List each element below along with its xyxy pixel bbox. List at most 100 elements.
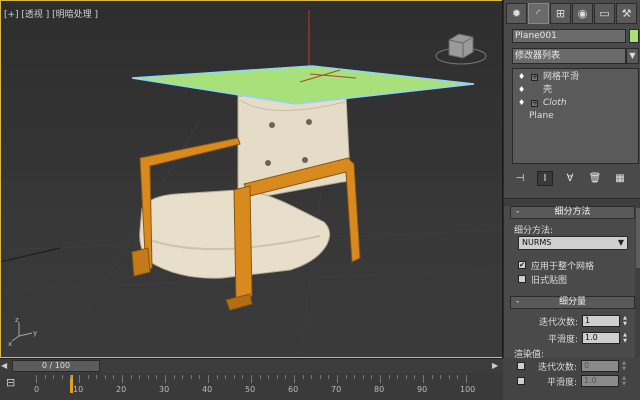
ruler-tick	[294, 375, 295, 383]
viewport-label[interactable]: [+] [透视 ] [明暗处理 ]	[4, 7, 98, 20]
ruler-tick	[345, 375, 347, 379]
display-icon: ▭	[599, 7, 610, 20]
display-tab[interactable]: ▭	[594, 3, 615, 24]
ruler-tick	[165, 375, 166, 383]
ruler-tick-label: 80	[374, 385, 385, 394]
render-iterations-label: 迭代次数:	[538, 363, 578, 373]
hierarchy-tab[interactable]: ⊞	[550, 3, 571, 24]
apply-whole-mesh-checkbox[interactable]: ✔	[518, 261, 526, 269]
axis-tripod: z y x	[8, 316, 37, 348]
rollout-subdivision-amount[interactable]: - 细分量	[510, 296, 635, 309]
make-unique-icon[interactable]: ∀	[562, 171, 578, 186]
ruler-tick-label: 50	[245, 385, 256, 394]
ruler-tick	[122, 375, 123, 383]
lightbulb-icon[interactable]: ♦	[518, 99, 525, 107]
iterations-spinner[interactable]: 1	[582, 315, 620, 327]
timeline-ruler[interactable]: 0 10 20 30 40 50 60 70 80 90 100	[34, 375, 475, 400]
ruler-tick	[302, 375, 304, 379]
command-panel-tabs: ✹ ◜ ⊞ ◉ ▭ ⚒	[506, 3, 639, 25]
panel-divider	[504, 198, 640, 206]
ruler-tick	[79, 375, 80, 383]
configure-sets-icon[interactable]: ▦	[612, 171, 628, 186]
utilities-icon: ⚒	[621, 7, 632, 20]
render-smoothness-label: 平滑度:	[547, 378, 578, 388]
ruler-tick	[311, 375, 313, 379]
stack-item-label: 网格平滑	[543, 72, 580, 82]
ruler-tick	[44, 375, 46, 379]
stack-item-plane[interactable]: Plane	[513, 110, 638, 123]
smoothness-spinner[interactable]: 1.0	[582, 332, 620, 344]
ruler-tick-label: 30	[159, 385, 170, 394]
collapse-icon: -	[516, 207, 520, 217]
tuft-button	[265, 160, 271, 166]
ruler-tick	[328, 375, 330, 379]
apply-whole-mesh-label: 应用于整个网格	[531, 262, 595, 272]
spinner-arrows-icon[interactable]: ▲ ▼	[621, 375, 627, 387]
track-bar[interactable]: ⊟ 0 10 20 30 40 50 60 70 80 90 100	[0, 373, 503, 400]
object-name-field[interactable]: Plane001	[512, 29, 626, 43]
ruler-tick	[208, 375, 209, 383]
render-iterations-checkbox[interactable]	[517, 362, 525, 370]
ruler-tick	[96, 375, 98, 379]
ruler-tick	[354, 375, 356, 379]
ruler-tick	[113, 375, 115, 379]
ruler-tick	[397, 375, 399, 379]
ruler-tick-label: 70	[331, 385, 342, 394]
motion-icon: ◉	[577, 7, 588, 20]
modifier-list-dropdown[interactable]: 修改器列表	[512, 48, 626, 64]
motion-tab[interactable]: ◉	[572, 3, 593, 24]
chevron-right-icon[interactable]: ▶	[492, 360, 501, 372]
chevron-down-icon[interactable]: ▼	[626, 48, 639, 64]
expand-icon[interactable]: +	[531, 100, 538, 107]
expand-icon[interactable]: +	[531, 74, 538, 81]
lightbulb-icon[interactable]: ♦	[518, 86, 525, 94]
object-color-swatch[interactable]	[629, 29, 639, 43]
spinner-arrows-icon[interactable]: ▲ ▼	[622, 332, 628, 344]
hierarchy-icon: ⊞	[555, 7, 566, 20]
ruler-tick	[448, 375, 450, 379]
subdivision-method-select[interactable]: NURMS ▼	[518, 236, 628, 250]
lightbulb-icon[interactable]: ♦	[518, 73, 525, 81]
tuft-button	[302, 157, 308, 163]
ruler-tick	[466, 375, 467, 383]
chevron-down-icon: ▼	[617, 238, 624, 247]
time-slider-thumb[interactable]: 0 / 100	[12, 360, 100, 372]
render-iterations-spinner[interactable]: 0	[581, 360, 619, 372]
stack-item-meshsmooth[interactable]: ♦ + 网格平滑	[513, 71, 638, 84]
ruler-tick	[216, 375, 218, 379]
ruler-tick	[405, 375, 407, 379]
spinner-arrows-icon[interactable]: ▲ ▼	[621, 360, 627, 372]
old-style-mapping-checkbox[interactable]	[518, 275, 526, 283]
render-smoothness-checkbox[interactable]	[517, 377, 525, 385]
ruler-tick-label: 40	[202, 385, 213, 394]
remove-modifier-icon[interactable]: 🗑	[587, 171, 603, 186]
perspective-viewport[interactable]: z y x [+] [透视 ] [明暗处理 ]	[0, 0, 503, 358]
stack-item-label: Plane	[529, 111, 554, 121]
time-slider[interactable]: ◀ 0 / 100 ▶	[0, 358, 503, 373]
ruler-tick	[173, 375, 175, 379]
stack-item-cloth[interactable]: ♦ + Cloth	[513, 97, 638, 110]
ruler-tick	[61, 375, 63, 379]
pin-stack-icon[interactable]: ⊣	[512, 171, 528, 186]
stack-item-shell[interactable]: ♦ 壳	[513, 84, 638, 97]
old-style-mapping-label: 旧式贴图	[531, 276, 568, 286]
show-end-result-icon[interactable]: I	[537, 170, 553, 186]
ruler-tick	[242, 375, 244, 379]
scrollbar-thumb[interactable]	[636, 208, 640, 268]
modifier-stack[interactable]: ♦ + 网格平滑 ♦ 壳 ♦ + Cloth Plane	[512, 68, 639, 164]
rollout-subdivision-method[interactable]: - 细分方法	[510, 206, 635, 219]
ruler-tick	[319, 375, 321, 379]
view-cube[interactable]	[435, 33, 487, 65]
render-smoothness-spinner[interactable]: 1.0	[581, 375, 619, 387]
create-tab[interactable]: ✹	[506, 3, 527, 24]
modify-tab[interactable]: ◜	[528, 3, 549, 24]
spinner-arrows-icon[interactable]: ▲ ▼	[622, 315, 628, 327]
chevron-left-icon[interactable]: ◀	[1, 360, 10, 372]
curve-editor-icon[interactable]: ⊟	[6, 376, 20, 390]
panel-scrollbar[interactable]	[635, 206, 640, 358]
ruler-tick	[104, 375, 106, 379]
ruler-tick	[190, 375, 192, 379]
utilities-tab[interactable]: ⚒	[616, 3, 637, 24]
ruler-tick	[362, 375, 364, 379]
ruler-tick	[285, 375, 287, 379]
